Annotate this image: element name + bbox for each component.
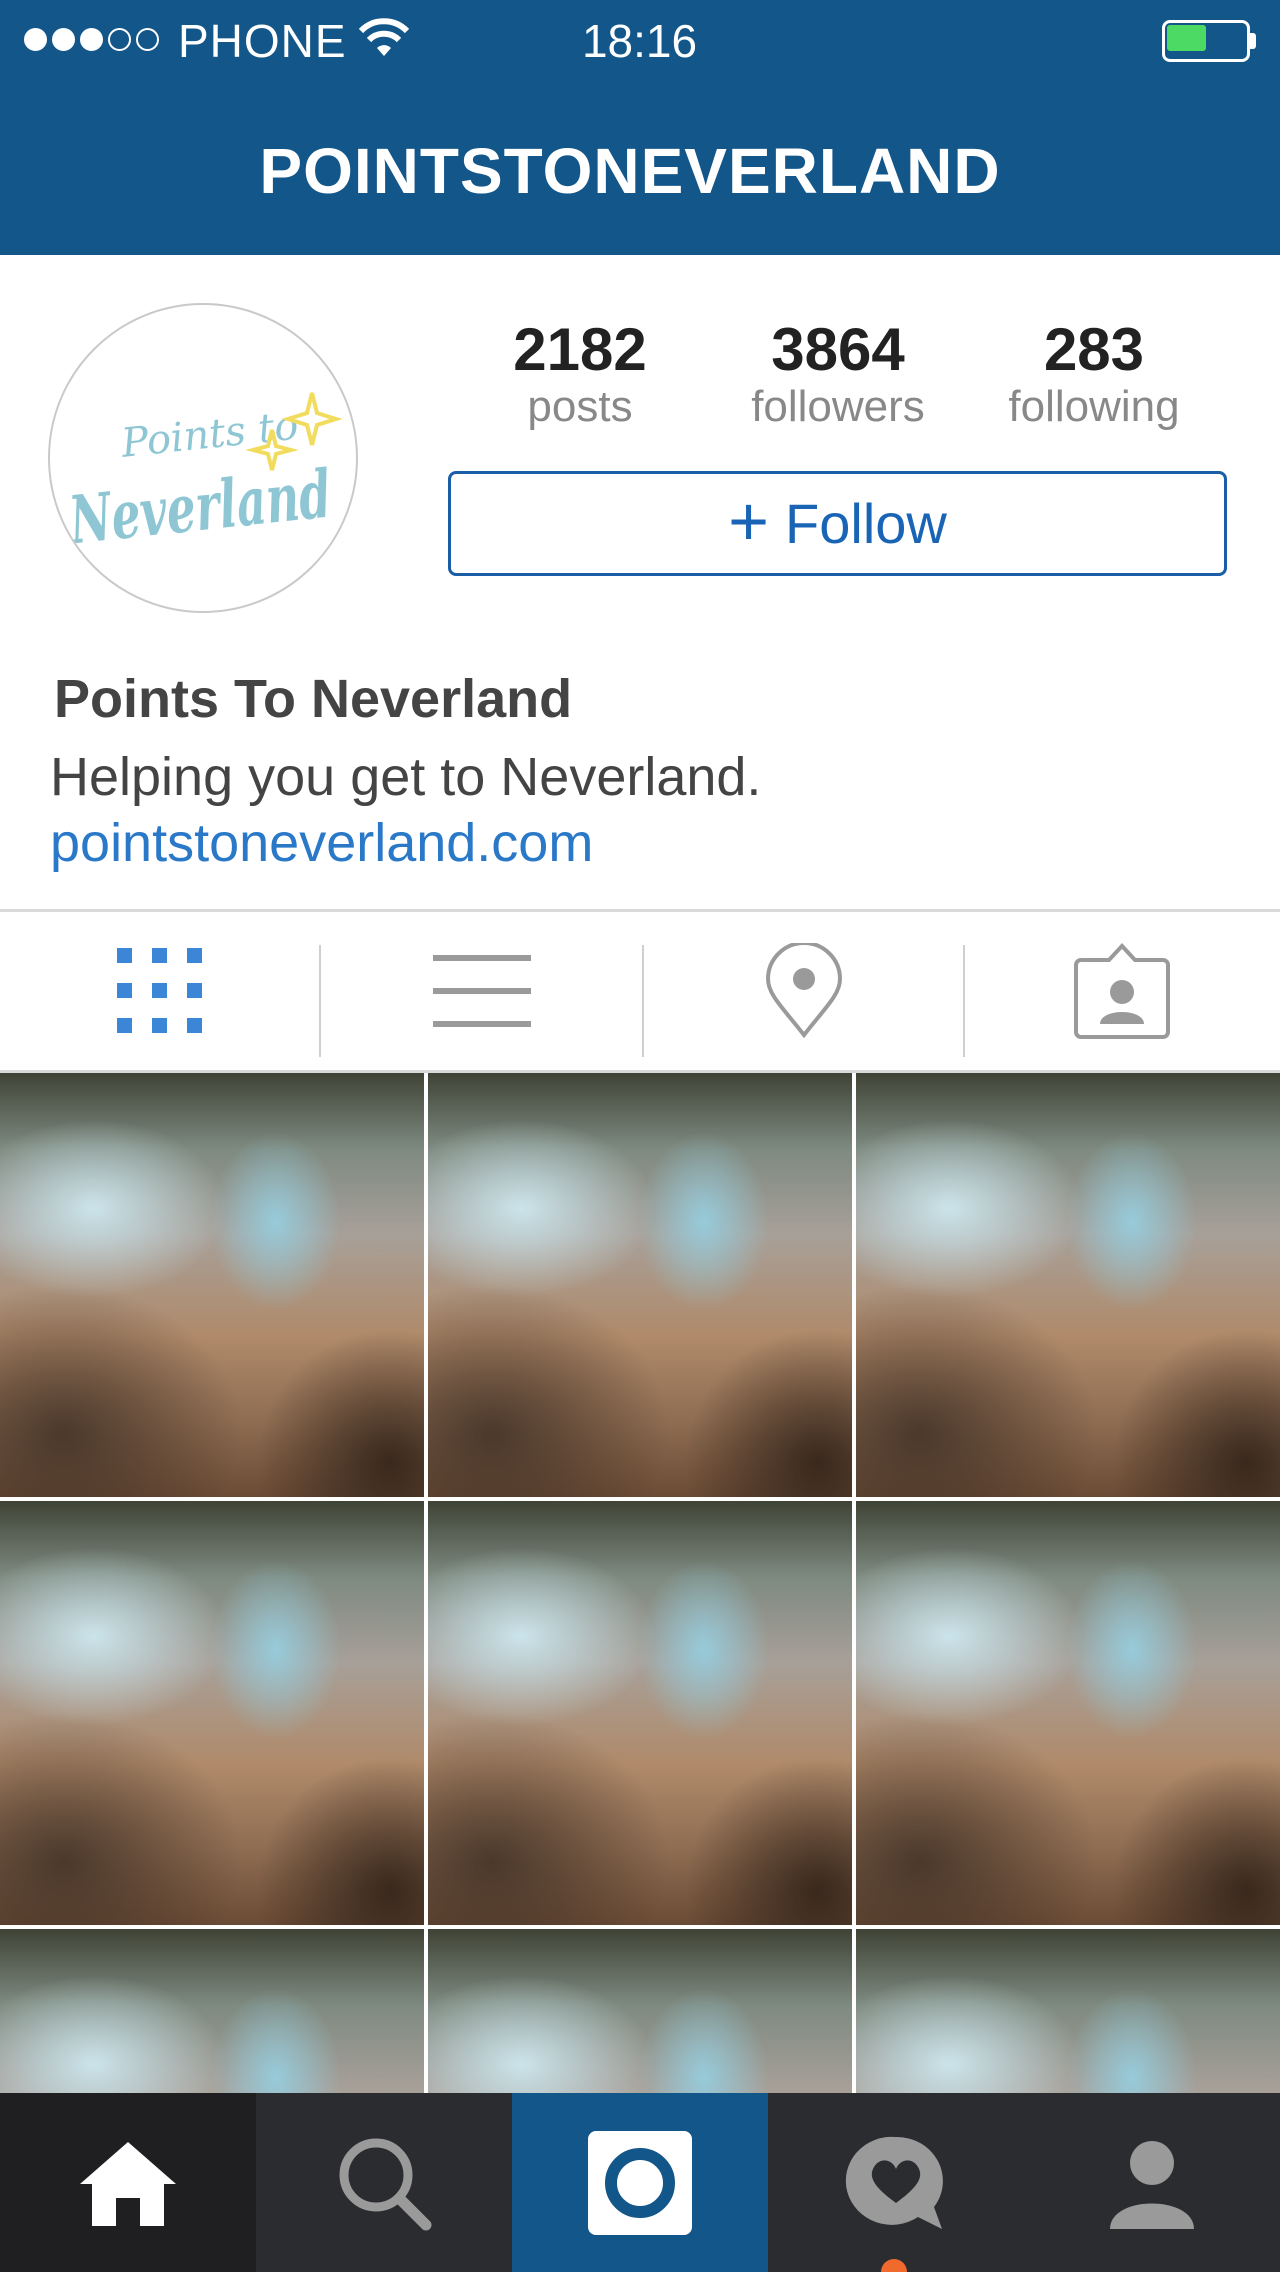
tagged-person-icon	[1074, 943, 1170, 1039]
stat-label: following	[1008, 382, 1180, 431]
camera-icon	[588, 2130, 692, 2235]
search-icon	[339, 2138, 432, 2230]
nav-profile[interactable]	[1024, 2093, 1280, 2272]
svg-text:Neverland: Neverland	[64, 454, 334, 559]
grid-photo[interactable]	[428, 1929, 852, 2093]
plus-icon: +	[728, 481, 770, 560]
tab-map[interactable]	[644, 912, 964, 1070]
follow-button-label: Follow	[785, 492, 947, 555]
grid-photo[interactable]	[856, 1929, 1280, 2093]
stat-label: posts	[527, 382, 633, 431]
battery-icon	[1162, 20, 1256, 62]
grid-photo[interactable]	[0, 1073, 424, 1497]
grid-photo[interactable]	[856, 1501, 1280, 1925]
nav-search[interactable]	[256, 2093, 512, 2272]
profile-icon	[1110, 2140, 1194, 2229]
profile-stats: 2182 posts 3864 followers 283 following	[450, 316, 1226, 436]
avatar[interactable]: Points to Neverland	[48, 303, 358, 613]
stat-value: 2182	[513, 316, 647, 383]
activity-heart-icon	[845, 2136, 943, 2229]
grid-photo[interactable]	[0, 1929, 424, 2093]
grid-photo[interactable]	[856, 1073, 1280, 1497]
brand-logo: Points to Neverland	[64, 392, 343, 560]
profile-view-tabs	[0, 909, 1280, 1073]
status-bar: PHONE 18:16	[0, 0, 1280, 80]
profile-bio: Helping you get to Neverland.	[50, 747, 762, 807]
stat-value: 3864	[771, 316, 905, 383]
tab-tagged[interactable]	[962, 912, 1280, 1070]
bottom-navigation	[0, 2093, 1280, 2272]
stat-followers[interactable]: 3864 followers	[708, 316, 968, 430]
app-header: PHONE 18:16 POINTSTONEVERLAND	[0, 0, 1280, 255]
location-pin-icon	[765, 943, 843, 1039]
home-icon	[80, 2141, 176, 2226]
tab-grid[interactable]	[0, 912, 320, 1070]
stat-following[interactable]: 283 following	[964, 316, 1224, 430]
nav-home[interactable]	[0, 2093, 256, 2272]
nav-activity[interactable]	[768, 2093, 1024, 2272]
grid-photo[interactable]	[428, 1501, 852, 1925]
stat-label: followers	[751, 382, 925, 431]
grid-photo[interactable]	[428, 1073, 852, 1497]
profile-display-name: Points To Neverland	[54, 669, 573, 729]
profile-username-title: POINTSTONEVERLAND	[259, 135, 1001, 207]
follow-button[interactable]: + Follow	[448, 471, 1227, 576]
stat-posts[interactable]: 2182 posts	[450, 316, 710, 430]
status-time: 18:16	[581, 15, 698, 67]
nav-camera[interactable]	[512, 2093, 768, 2272]
profile-website-link[interactable]: pointstoneverland.com	[50, 812, 593, 874]
tab-divider	[319, 945, 321, 1057]
grid-icon	[117, 948, 202, 1033]
tab-list[interactable]	[322, 912, 642, 1070]
stat-value: 283	[1043, 316, 1145, 383]
photo-grid	[0, 1073, 1280, 2093]
list-icon	[433, 955, 531, 1027]
grid-photo[interactable]	[0, 1501, 424, 1925]
